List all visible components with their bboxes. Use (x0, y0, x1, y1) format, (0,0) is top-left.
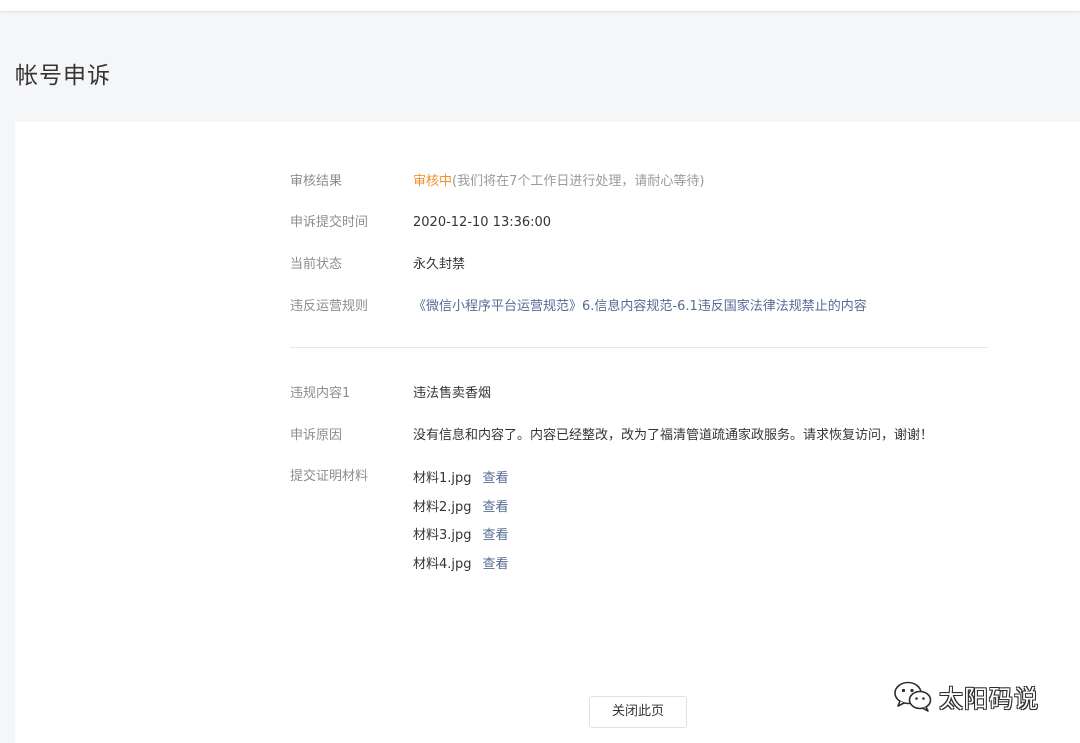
materials-label: 提交证明材料 (290, 469, 369, 484)
violation-content-label: 违规内容1 (290, 386, 351, 401)
section-divider (290, 347, 988, 348)
review-status-text: 审核中 (413, 174, 453, 189)
material-file-name: 材料1.jpg (413, 471, 472, 486)
material-item: 材料1.jpg 查看 (413, 469, 509, 489)
wechat-icon (894, 681, 932, 712)
submit-time-value: 2020-12-10 13:36:00 (413, 215, 552, 230)
view-material-link[interactable]: 查看 (483, 528, 509, 543)
watermark-text: 太阳码说 (939, 684, 1039, 713)
review-status-note: (我们将在7个工作日进行处理，请耐心等待) (452, 174, 705, 189)
current-status-value: 永久封禁 (413, 257, 466, 272)
submit-time-label: 申诉提交时间 (290, 215, 369, 230)
material-file-name: 材料4.jpg (413, 557, 472, 572)
appeal-reason-value: 没有信息和内容了。内容已经整改，改为了福清管道疏通家政服务。请求恢复访问，谢谢！ (413, 428, 934, 443)
material-item: 材料2.jpg 查看 (413, 498, 509, 518)
material-file-name: 材料3.jpg (413, 528, 472, 543)
material-file-name: 材料2.jpg (413, 500, 472, 515)
appeal-reason-label: 申诉原因 (290, 428, 343, 443)
current-status-label: 当前状态 (290, 257, 343, 272)
review-result-label: 审核结果 (290, 174, 343, 189)
violated-rule-label: 违反运营规则 (290, 299, 369, 314)
material-item: 材料3.jpg 查看 (413, 526, 509, 546)
violation-content-value: 违法售卖香烟 (413, 386, 492, 401)
page-title: 帐号申诉 (15, 63, 111, 89)
material-item: 材料4.jpg 查看 (413, 555, 509, 575)
view-material-link[interactable]: 查看 (483, 557, 509, 572)
violated-rule-link[interactable]: 《微信小程序平台运营规范》6.信息内容规范-6.1违反国家法律法规禁止的内容 (413, 297, 867, 317)
view-material-link[interactable]: 查看 (483, 471, 509, 486)
top-bar (0, 0, 1080, 12)
watermark: 太阳码说 (893, 678, 1039, 714)
view-material-link[interactable]: 查看 (483, 500, 509, 515)
review-result-value: 审核中(我们将在7个工作日进行处理，请耐心等待) (413, 172, 704, 192)
close-page-button[interactable]: 关闭此页 (589, 696, 687, 728)
